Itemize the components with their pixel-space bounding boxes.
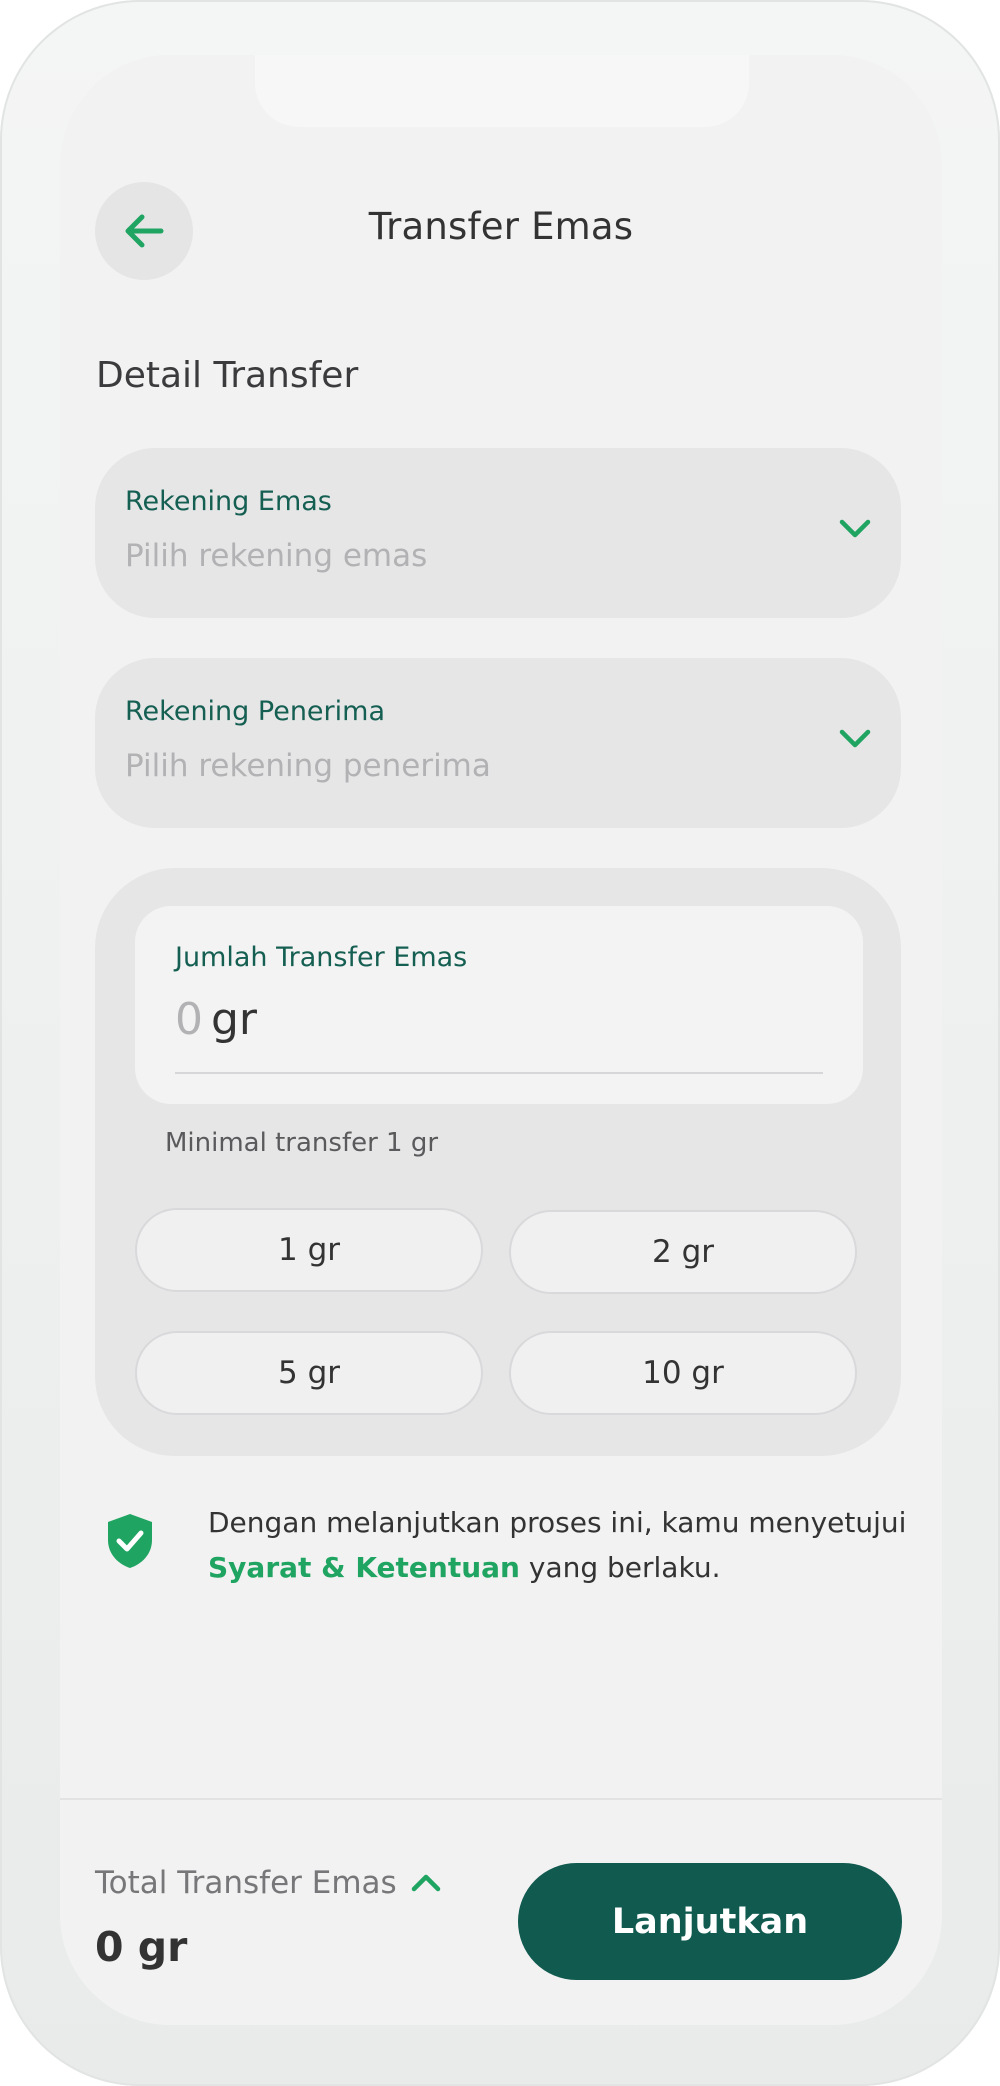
terms-text-after: yang berlaku. (519, 1551, 721, 1584)
quick-amount-5gr[interactable]: 5 gr (135, 1331, 483, 1415)
shield-check-icon (108, 1514, 152, 1568)
chevron-down-icon (839, 519, 871, 538)
quick-amount-10gr[interactable]: 10 gr (509, 1331, 857, 1415)
amount-underline (175, 1072, 823, 1074)
chevron-up-icon (411, 1874, 440, 1892)
total-summary-toggle[interactable]: Total Transfer Emas (95, 1865, 441, 1901)
device-notch (255, 55, 749, 127)
recipient-account-select[interactable]: Rekening Penerima Pilih rekening penerim… (95, 658, 901, 828)
total-label: Total Transfer Emas (95, 1865, 397, 1901)
amount-value: 0 (175, 994, 203, 1045)
terms-link[interactable]: Syarat & Ketentuan (208, 1551, 520, 1584)
source-account-select[interactable]: Rekening Emas Pilih rekening emas (95, 448, 901, 618)
terms-text: Dengan melanjutkan proses ini, kamu meny… (208, 1500, 908, 1590)
recipient-account-placeholder: Pilih rekening penerima (125, 748, 491, 784)
minimum-transfer-note: Minimal transfer 1 gr (165, 1128, 439, 1158)
source-account-label: Rekening Emas (125, 486, 332, 517)
amount-input-field[interactable]: Jumlah Transfer Emas 0 gr (135, 906, 863, 1104)
footer-divider (60, 1798, 942, 1800)
quick-amount-2gr[interactable]: 2 gr (509, 1210, 857, 1294)
chevron-down-icon (839, 729, 871, 748)
total-value: 0 gr (95, 1923, 188, 1971)
amount-card: Jumlah Transfer Emas 0 gr Minimal transfe… (95, 868, 901, 1456)
section-title: Detail Transfer (96, 355, 359, 396)
page-title: Transfer Emas (368, 205, 634, 248)
quick-amount-1gr[interactable]: 1 gr (135, 1208, 483, 1292)
amount-unit: gr (211, 994, 258, 1045)
phone-frame: Transfer Emas Detail Transfer Rekening E… (0, 0, 1000, 2086)
app-screen: Transfer Emas Detail Transfer Rekening E… (60, 55, 942, 2025)
source-account-placeholder: Pilih rekening emas (125, 538, 428, 574)
amount-input[interactable]: 0 gr (175, 994, 257, 1045)
recipient-account-label: Rekening Penerima (125, 696, 385, 727)
continue-button[interactable]: Lanjutkan (518, 1863, 902, 1980)
amount-label: Jumlah Transfer Emas (175, 942, 468, 973)
terms-text-before: Dengan melanjutkan proses ini, kamu meny… (208, 1506, 907, 1539)
